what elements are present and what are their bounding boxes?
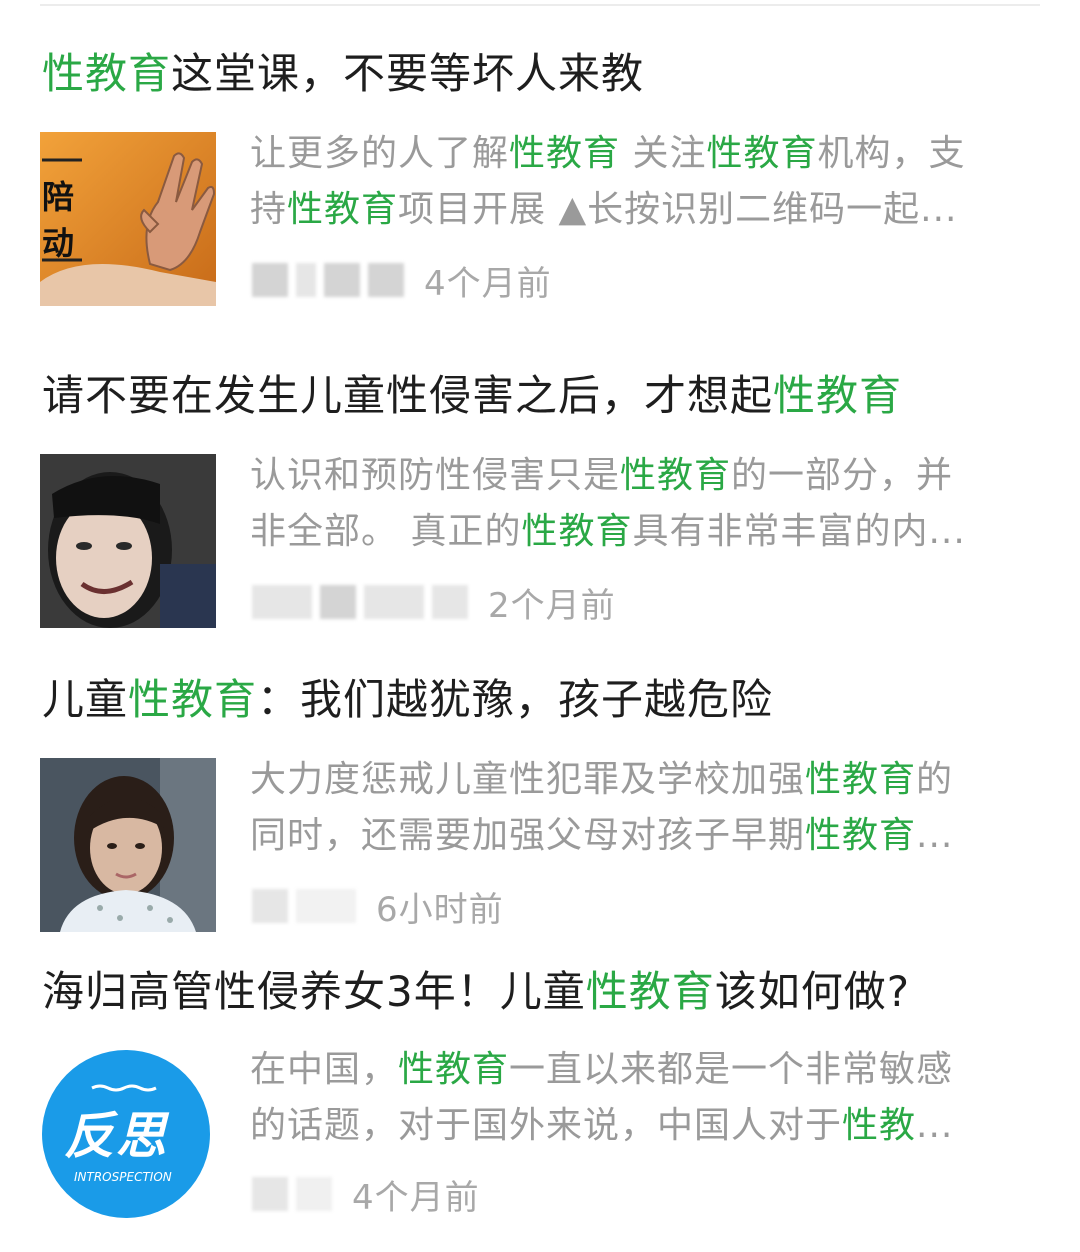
- blurred-source-name: [296, 889, 356, 923]
- blurred-source-name: [368, 263, 404, 297]
- snippet-text: 具有非常丰富的内...: [632, 511, 966, 552]
- result-title[interactable]: 儿童性教育：我们越犹豫，孩子越危险: [42, 674, 1042, 726]
- snippet-line: 在中国，性教育一直以来都是一个非常敏感: [250, 1042, 1050, 1098]
- snippet-line: 非全部。 真正的性教育具有非常丰富的内...: [250, 504, 1050, 560]
- keyword-highlight: 性教育: [706, 133, 818, 174]
- result-snippet: 认识和预防性侵害只是性教育的一部分，并 非全部。 真正的性教育具有非常丰富的内..…: [250, 448, 1050, 560]
- result-snippet: 让更多的人了解性教育 关注性教育机构，支 持性教育项目开展 ▲长按识别二维码一起.…: [250, 126, 1050, 238]
- blurred-source-name: [320, 585, 356, 619]
- snippet-line: 认识和预防性侵害只是性教育的一部分，并: [250, 448, 1050, 504]
- snippet-text: 非全部。 真正的: [250, 511, 522, 552]
- title-text: 请不要在发生儿童性侵害之后，才想起: [42, 371, 774, 420]
- snippet-text: 持: [250, 189, 288, 230]
- snippet-text: 的: [916, 759, 954, 800]
- snippet-line: 同时，还需要加强父母对孩子早期性教育...: [250, 808, 1050, 864]
- result-thumbnail[interactable]: [40, 454, 216, 628]
- title-text: 儿童: [42, 675, 129, 724]
- result-time: 4个月前: [352, 1177, 480, 1218]
- snippet-text: ...: [916, 815, 954, 856]
- snippet-text: 一直以来都是一个非常敏感: [509, 1049, 954, 1090]
- result-snippet: 在中国，性教育一直以来都是一个非常敏感 的话题，对于国外来说，中国人对于性教...: [250, 1042, 1050, 1154]
- keyword-highlight: 性教育: [42, 49, 172, 98]
- blurred-source-name: [324, 263, 360, 297]
- logo-sub-text: INTROSPECTION: [74, 1170, 172, 1184]
- blurred-source-name: [432, 585, 468, 619]
- result-time: 6小时前: [376, 889, 504, 930]
- snippet-text: 的一部分，并: [731, 455, 954, 496]
- snippet-text: 关注: [620, 133, 707, 174]
- keyword-highlight: 性教育: [805, 815, 917, 856]
- keyword-highlight: 性教育: [521, 511, 633, 552]
- result-thumbnail[interactable]: 反思 INTROSPECTION: [40, 1046, 216, 1222]
- girl-face-image: [40, 454, 216, 628]
- result-title[interactable]: 性教育这堂课，不要等坏人来教: [42, 48, 1042, 100]
- result-meta: 4个月前: [252, 1172, 480, 1218]
- result-time: 2个月前: [488, 585, 616, 626]
- result-title[interactable]: 海归高管性侵养女3年！儿童性教育该如何做?: [42, 966, 1042, 1018]
- blurred-source-name: [252, 263, 288, 297]
- result-meta: 4个月前: [252, 258, 552, 304]
- keyword-highlight: 性教育: [398, 1049, 510, 1090]
- keyword-highlight: 性教育: [287, 189, 399, 230]
- result-meta: 2个月前: [252, 580, 616, 626]
- snippet-line: 持性教育项目开展 ▲长按识别二维码一起...: [250, 182, 1050, 238]
- result-meta: 6小时前: [252, 884, 504, 930]
- logo-main-text: 反思: [64, 1107, 168, 1165]
- thumb-caption-2: 动: [42, 224, 75, 262]
- title-text: ：我们越犹豫，孩子越危险: [257, 675, 774, 724]
- keyword-highlight: 性教: [842, 1105, 917, 1146]
- title-text: 该如何做?: [714, 967, 911, 1016]
- keyword-highlight: 性教育: [585, 967, 715, 1016]
- blurred-source-name: [296, 263, 316, 297]
- title-text: 海归高管性侵养女3年！儿童: [42, 967, 586, 1016]
- snippet-text: 的话题，对于国外来说，中国人对于: [250, 1105, 843, 1146]
- blurred-source-name: [252, 585, 312, 619]
- title-text: 这堂课，不要等坏人来教: [171, 49, 645, 98]
- snippet-text: 在中国，: [250, 1049, 399, 1090]
- snippet-text: 大力度惩戒儿童性犯罪及学校加强: [250, 759, 806, 800]
- blurred-source-name: [364, 585, 424, 619]
- snippet-text: 项目开展 ▲长按识别二维码一起...: [398, 189, 958, 230]
- snippet-text: 认识和预防性侵害只是: [250, 455, 621, 496]
- search-result-1[interactable]: 性教育这堂课，不要等坏人来教 陪 动 让更多的人了解性教育 关注性教育机构，支持…: [0, 0, 1080, 320]
- blurred-source-name: [252, 1177, 288, 1211]
- snippet-text: ...: [916, 1105, 954, 1146]
- result-title[interactable]: 请不要在发生儿童性侵害之后，才想起性教育: [42, 370, 1042, 422]
- thumb-caption-1: 陪: [42, 178, 75, 216]
- result-thumbnail[interactable]: 陪 动: [40, 132, 216, 306]
- snippet-text: 同时，还需要加强父母对孩子早期: [250, 815, 806, 856]
- keyword-highlight: 性教育: [805, 759, 917, 800]
- snippet-text: 让更多的人了解: [250, 133, 510, 174]
- blurred-source-name: [252, 889, 288, 923]
- keyword-highlight: 性教育: [509, 133, 621, 174]
- keyword-highlight: 性教育: [128, 675, 258, 724]
- result-snippet: 大力度惩戒儿童性犯罪及学校加强性教育的 同时，还需要加强父母对孩子早期性教育...: [250, 752, 1050, 864]
- result-time: 4个月前: [424, 263, 552, 304]
- keyword-highlight: 性教育: [620, 455, 732, 496]
- blurred-source-name: [296, 1177, 332, 1211]
- snippet-line: 的话题，对于国外来说，中国人对于性教...: [250, 1098, 1050, 1154]
- keyword-highlight: 性教育: [773, 371, 903, 420]
- snippet-line: 大力度惩戒儿童性犯罪及学校加强性教育的: [250, 752, 1050, 808]
- child-portrait-image: [40, 758, 216, 932]
- snippet-text: 机构，支: [817, 133, 966, 174]
- result-thumbnail[interactable]: [40, 758, 216, 932]
- snippet-line: 让更多的人了解性教育 关注性教育机构，支: [250, 126, 1050, 182]
